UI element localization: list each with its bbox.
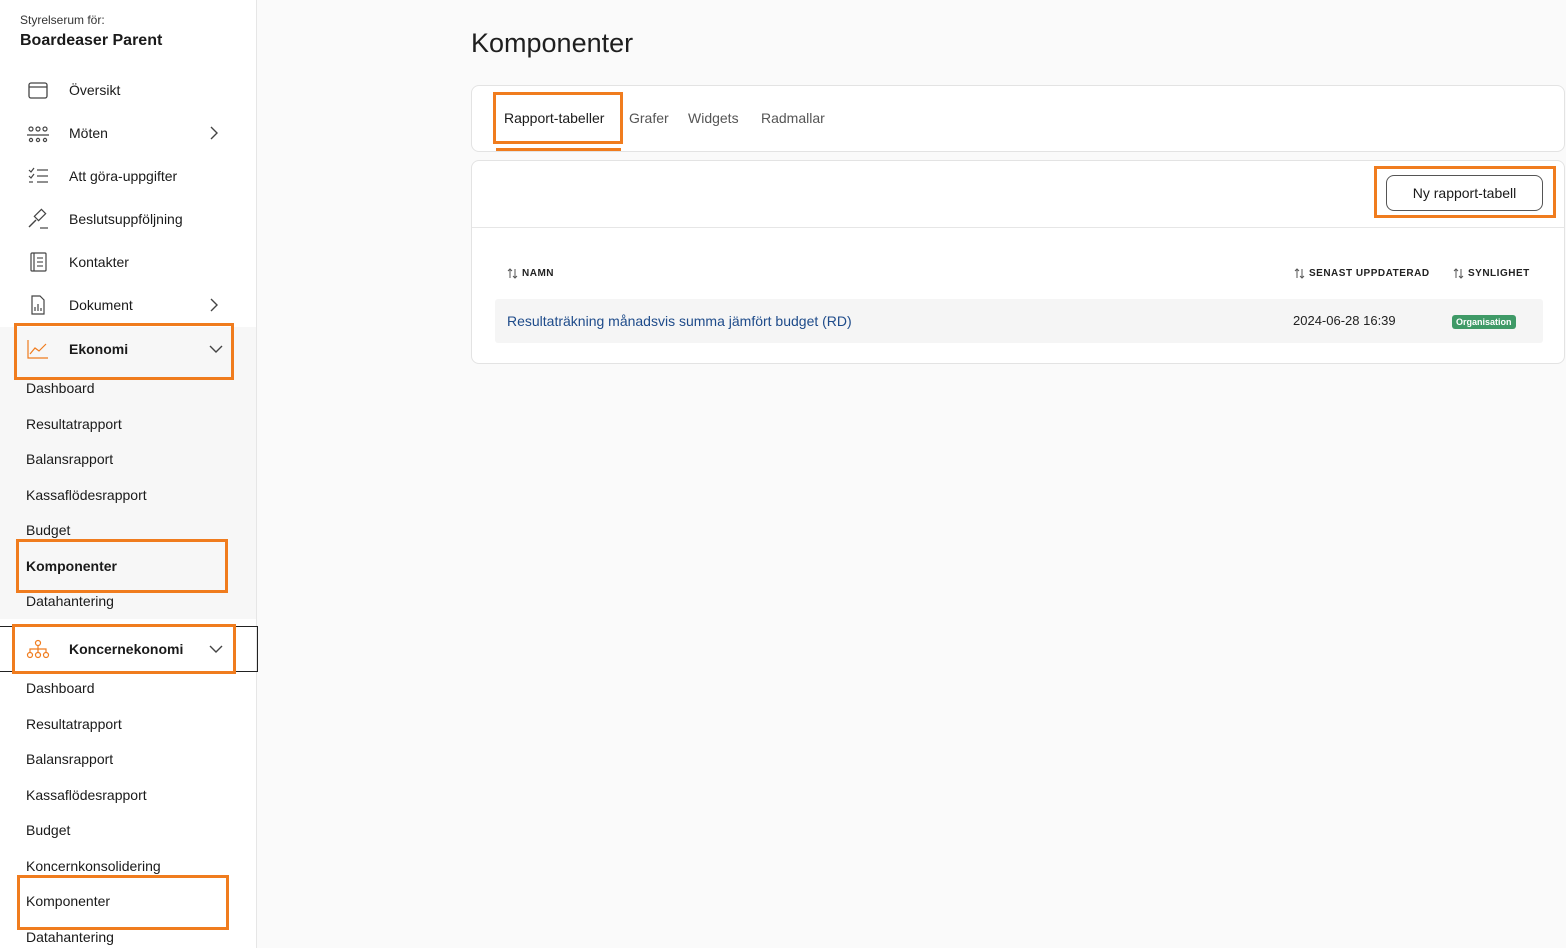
- ekonomi-section: [0, 327, 256, 619]
- koncern-sub-datahantering[interactable]: Datahantering: [26, 929, 114, 945]
- divider: [472, 227, 1564, 228]
- line-chart-icon: [26, 337, 50, 361]
- table-row[interactable]: Resultaträkning månadsvis summa jämfört …: [495, 299, 1543, 343]
- koncern-sub-dashboard[interactable]: Dashboard: [26, 680, 95, 696]
- ekonomi-sub-budget[interactable]: Budget: [26, 522, 70, 538]
- chevron-down-icon[interactable]: [207, 640, 225, 658]
- sidebar-item-att-gora[interactable]: Att göra-uppgifter: [0, 154, 256, 197]
- ekonomi-sub-kassaflodesrapport[interactable]: Kassaflödesrapport: [26, 487, 147, 503]
- sidebar-item-label: Översikt: [69, 81, 121, 98]
- tabs-bar: Rapport-tabeller Grafer Widgets Radmalla…: [471, 85, 1565, 152]
- koncern-sub-balansrapport[interactable]: Balansrapport: [26, 751, 113, 767]
- koncern-sub-koncernkonsolidering[interactable]: Koncernkonsolidering: [26, 858, 161, 874]
- chevron-down-icon[interactable]: [207, 340, 225, 358]
- ekonomi-sub-resultatrapport[interactable]: Resultatrapport: [26, 416, 122, 432]
- meeting-people-icon: [26, 121, 50, 145]
- calendar-window-icon: [26, 78, 50, 102]
- tab-grafer[interactable]: Grafer: [629, 110, 669, 126]
- sidebar-item-label: Beslutsuppföljning: [69, 210, 183, 227]
- sidebar-item-oversikt[interactable]: Översikt: [0, 68, 256, 111]
- row-updated: 2024-06-28 16:39: [1293, 313, 1396, 328]
- ekonomi-sub-komponenter[interactable]: Komponenter: [26, 558, 117, 574]
- koncern-sub-resultatrapport[interactable]: Resultatrapport: [26, 716, 122, 732]
- koncern-sub-komponenter[interactable]: Komponenter: [26, 893, 110, 909]
- row-name-link[interactable]: Resultaträkning månadsvis summa jämfört …: [507, 313, 852, 329]
- sidebar-item-label: Möten: [69, 124, 108, 141]
- page-title: Komponenter: [471, 28, 634, 58]
- koncern-sub-kassaflodesrapport[interactable]: Kassaflödesrapport: [26, 787, 147, 803]
- column-header-visibility[interactable]: SYNLIGHET: [1453, 268, 1530, 279]
- sidebar-item-ekonomi[interactable]: Ekonomi: [0, 327, 256, 370]
- chevron-right-icon[interactable]: [205, 296, 223, 314]
- sidebar: Styrelserum för: Boardeaser Parent Övers…: [0, 0, 258, 948]
- column-header-label: NAMN: [522, 268, 554, 279]
- new-report-table-button[interactable]: Ny rapport-tabell: [1386, 175, 1543, 211]
- ekonomi-sub-datahantering[interactable]: Datahantering: [26, 593, 114, 609]
- sidebar-item-moten[interactable]: Möten: [0, 111, 256, 154]
- tab-radmallar[interactable]: Radmallar: [761, 110, 825, 126]
- sidebar-item-koncernekonomi[interactable]: Koncernekonomi: [0, 626, 258, 672]
- sort-icon: [507, 268, 518, 279]
- sidebar-item-kontakter[interactable]: Kontakter: [0, 240, 256, 283]
- ekonomi-sub-dashboard[interactable]: Dashboard: [26, 380, 95, 396]
- sort-icon: [1294, 268, 1305, 279]
- address-book-icon: [26, 250, 50, 274]
- sort-icon: [1453, 268, 1464, 279]
- checklist-icon: [26, 164, 50, 188]
- column-header-name[interactable]: NAMN: [507, 268, 554, 279]
- sidebar-item-beslutsuppfoljning[interactable]: Beslutsuppföljning: [0, 197, 256, 240]
- tab-rapport-tabeller[interactable]: Rapport-tabeller: [504, 110, 604, 126]
- org-caption: Styrelserum för:: [20, 13, 105, 27]
- org-name[interactable]: Boardeaser Parent: [20, 32, 162, 50]
- ekonomi-sub-balansrapport[interactable]: Balansrapport: [26, 451, 113, 467]
- sidebar-item-label: Ekonomi: [69, 340, 129, 357]
- sidebar-item-label: Att göra-uppgifter: [69, 167, 178, 184]
- koncern-sub-budget[interactable]: Budget: [26, 822, 70, 838]
- active-tab-indicator: [496, 148, 621, 151]
- sidebar-item-label: Dokument: [69, 296, 133, 313]
- column-header-label: SYNLIGHET: [1468, 268, 1530, 279]
- document-chart-icon: [26, 293, 50, 317]
- gavel-icon: [26, 207, 50, 231]
- visibility-badge: Organisation: [1452, 315, 1516, 329]
- chevron-right-icon[interactable]: [205, 124, 223, 142]
- org-structure-icon: [26, 637, 50, 661]
- column-header-label: SENAST UPPDATERAD: [1309, 268, 1430, 279]
- sidebar-item-label: Kontakter: [69, 253, 129, 270]
- components-table-card: Ny rapport-tabell NAMN SENAST UPPDATERAD…: [471, 160, 1565, 364]
- sidebar-item-label: Koncernekonomi: [69, 641, 184, 657]
- column-header-updated[interactable]: SENAST UPPDATERAD: [1294, 268, 1430, 279]
- tab-widgets[interactable]: Widgets: [688, 110, 739, 126]
- sidebar-item-dokument[interactable]: Dokument: [0, 283, 256, 326]
